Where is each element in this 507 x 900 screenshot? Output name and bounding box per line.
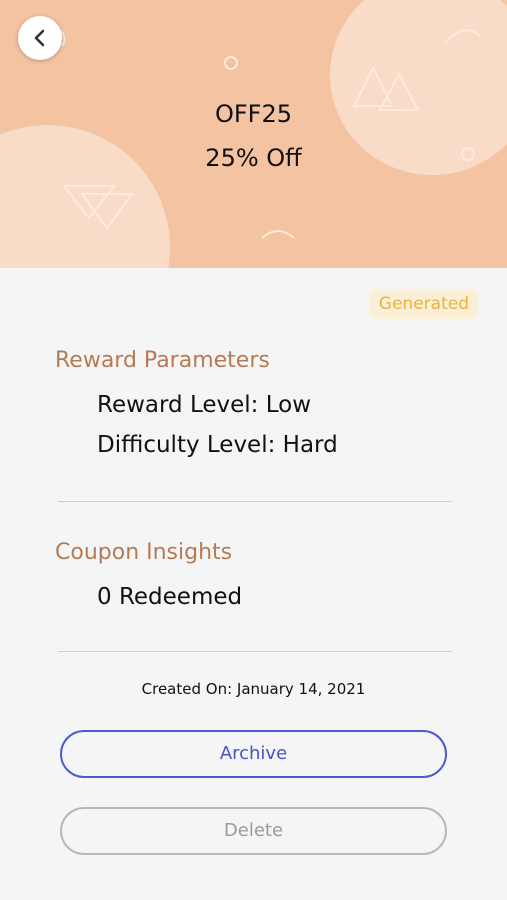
difficulty-level: Difficulty Level: Hard [97, 432, 338, 458]
coupon-insights-title: Coupon Insights [55, 540, 233, 565]
back-button[interactable] [18, 16, 62, 60]
decorative-shapes [59, 29, 481, 239]
status-badge: Generated [369, 289, 478, 319]
reward-parameters-title: Reward Parameters [55, 348, 270, 373]
delete-button[interactable]: Delete [60, 807, 447, 855]
coupon-code: OFF25 [214, 100, 293, 128]
archive-button[interactable]: Archive [60, 730, 447, 778]
coupon-header: OFF25 25% Off [0, 0, 507, 268]
coupon-title: 25% Off [205, 144, 302, 172]
divider [58, 651, 452, 652]
reward-level: Reward Level: Low [97, 392, 312, 418]
created-on-date: Created On: January 14, 2021 [141, 680, 366, 698]
redeemed-count: 0 Redeemed [97, 584, 243, 610]
chevron-left-icon [34, 29, 45, 47]
divider [58, 501, 452, 502]
